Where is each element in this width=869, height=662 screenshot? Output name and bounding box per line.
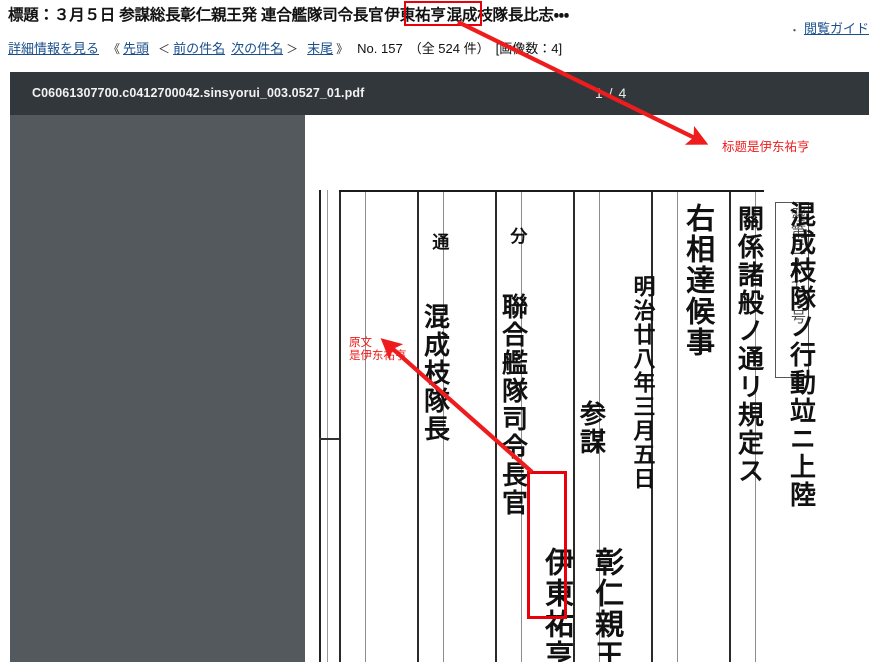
thumbnail-pane[interactable] xyxy=(10,115,305,662)
record-title-highlighted-name: 伊東祐亨 xyxy=(384,7,446,24)
sheet-rule-line xyxy=(339,192,341,662)
next-chevron-icon: ＞ xyxy=(286,42,299,56)
pdf-page-canvas[interactable]: 發第二六七二号 通 混成枝隊長 分 聯合艦隊司令長官 参謀 明治廿八年三月五日 … xyxy=(305,115,869,662)
last-chevron-icon: 》 xyxy=(336,42,349,56)
manuscript-column: 彰仁親王 xyxy=(590,547,625,662)
record-title-prefix: 標題：３月５日 参謀総長彰仁親王発 連合艦隊司令長官 xyxy=(8,7,384,24)
viewing-guide-link[interactable]: 閲覧ガイド xyxy=(804,21,869,36)
manuscript-column: 明治廿八年三月五日 xyxy=(629,275,656,491)
page-header: 標題：３月５日 参謀総長彰仁親王発 連合艦隊司令長官伊東祐亨混成枝隊長比志・・・… xyxy=(0,0,869,66)
sheet-rule-line xyxy=(729,192,731,662)
sheet-rule-line xyxy=(495,192,497,662)
sheet-left-edge-inner xyxy=(327,190,328,662)
last-record-link[interactable]: 末尾 xyxy=(307,41,333,56)
manuscript-column: 關係諸般ノ通リ規定ス xyxy=(733,205,764,485)
manuscript-column: 分 xyxy=(506,227,527,246)
prev-record-link[interactable]: 前の件名 xyxy=(173,41,225,56)
prev-chevron-icon: ＜ xyxy=(158,42,171,56)
pdf-filename-label: C06061307700.c0412700042.sinsyorui_003.0… xyxy=(32,86,365,100)
image-count-badge: [画像数：4] xyxy=(495,41,563,56)
pdf-toolbar: C06061307700.c0412700042.sinsyorui_003.0… xyxy=(10,72,869,115)
sheet-dash-mark xyxy=(319,438,341,440)
sheet-left-edge xyxy=(319,190,321,662)
manuscript-column: 混成枝隊長 xyxy=(419,303,450,443)
first-record-link[interactable]: 先頭 xyxy=(123,41,149,56)
manuscript-column: 聯合艦隊司令長官 xyxy=(497,293,528,517)
record-title: 標題：３月５日 参謀総長彰仁親王発 連合艦隊司令長官伊東祐亨混成枝隊長比志・・・ xyxy=(8,3,569,25)
record-number: No. 157 xyxy=(357,41,403,56)
manuscript-column: 右相達候事 xyxy=(681,203,716,358)
sheet-rule-line xyxy=(677,192,678,662)
page-indicator: 1 / 4 xyxy=(595,85,628,101)
manuscript-column: 参謀 xyxy=(575,400,606,456)
next-record-link[interactable]: 次の件名 xyxy=(231,41,283,56)
sheet-rule-line xyxy=(417,192,419,662)
record-navigation-bar: 詳細情報を見る《先頭 ＜前の件名 次の件名＞ 末尾》 No. 157 （全 524 件） [… xyxy=(8,38,562,57)
manuscript-column-highlighted: 伊東祐亨殿 xyxy=(540,547,575,662)
first-chevron-icon: 《 xyxy=(108,42,121,56)
record-title-suffix: 混成枝隊長比志・・・ xyxy=(446,7,570,24)
detail-info-link[interactable]: 詳細情報を見る xyxy=(8,41,99,56)
viewing-guide-area: ・閲覧ガイド xyxy=(789,18,869,38)
pdf-viewer[interactable]: C06061307700.c0412700042.sinsyorui_003.0… xyxy=(10,72,869,662)
bullet-icon: ・ xyxy=(788,24,800,37)
record-total-count: （全 524 件） xyxy=(408,41,490,56)
sheet-rule-line xyxy=(365,192,366,662)
sheet-top-rule xyxy=(339,190,764,192)
manuscript-column: 混成枝隊ノ行動竝ニ上陸 xyxy=(785,201,816,509)
manuscript-column: 通 xyxy=(428,233,449,252)
